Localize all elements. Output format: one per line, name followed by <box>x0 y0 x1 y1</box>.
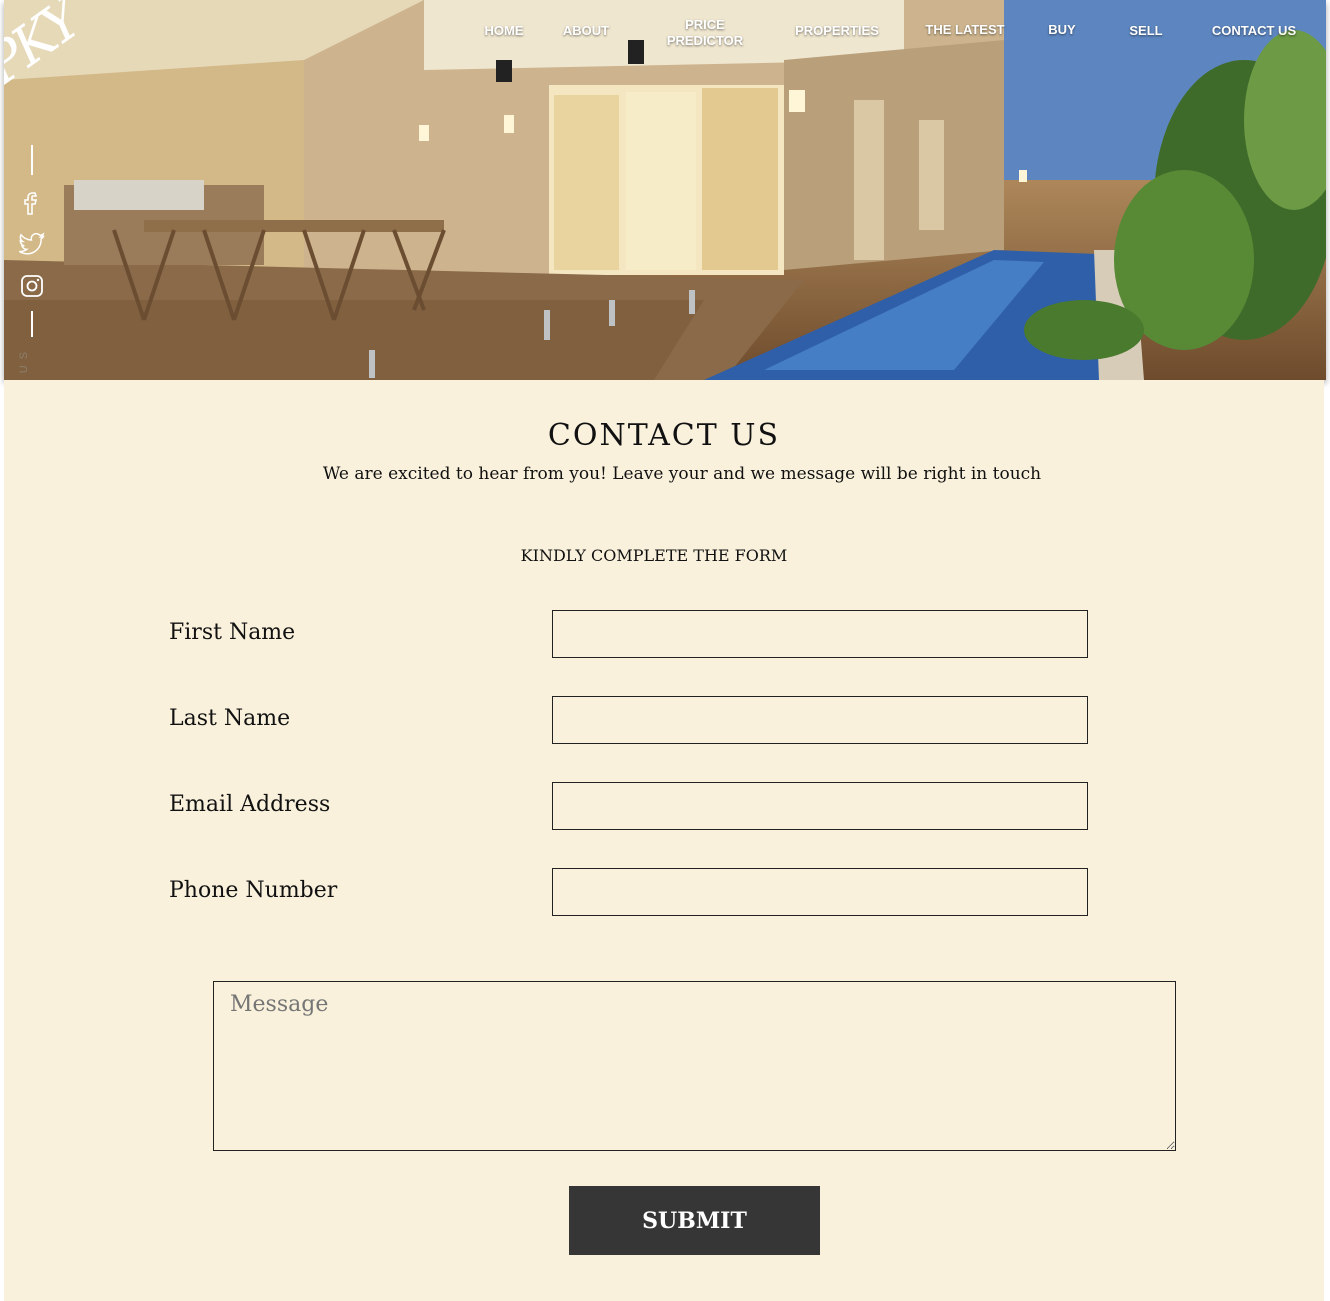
form-heading: KINDLY COMPLETE THE FORM <box>520 546 788 565</box>
email-field[interactable] <box>552 782 1088 830</box>
email-label: Email Address <box>169 792 331 817</box>
nav-item-about[interactable]: ABOUT <box>562 23 610 39</box>
page-title: CONTACT US <box>547 418 781 453</box>
nav-item-home[interactable]: HOME <box>484 23 524 39</box>
facebook-icon[interactable] <box>17 187 47 217</box>
contact-section: CONTACT US We are excited to hear from y… <box>4 380 1324 1301</box>
phone-label: Phone Number <box>169 878 338 903</box>
submit-button[interactable]: SUBMIT <box>569 1186 820 1255</box>
nav-item-properties[interactable]: PROPERTIES <box>792 23 882 39</box>
nav-item-the-latest[interactable]: THE LATEST <box>922 22 1008 38</box>
nav-item-price-predictor[interactable]: PRICE PREDICTOR <box>660 17 750 49</box>
social-links <box>14 145 50 380</box>
twitter-icon[interactable] <box>17 229 47 259</box>
last-name-label: Last Name <box>169 706 291 731</box>
main-nav: HOME ABOUT PRICE PREDICTOR PROPERTIES TH… <box>4 0 1326 60</box>
first-name-label: First Name <box>169 620 296 645</box>
divider <box>31 311 33 337</box>
divider <box>31 145 33 175</box>
nav-item-contact-us[interactable]: CONTACT US <box>1209 23 1299 39</box>
page-subtitle: We are excited to hear from you! Leave y… <box>322 464 1042 484</box>
instagram-icon[interactable] <box>17 271 47 301</box>
phone-field[interactable] <box>552 868 1088 916</box>
nav-item-buy[interactable]: BUY <box>1047 22 1077 38</box>
first-name-field[interactable] <box>552 610 1088 658</box>
last-name-field[interactable] <box>552 696 1088 744</box>
nav-item-sell[interactable]: SELL <box>1128 23 1164 39</box>
hero-banner: PKY HOME ABOUT PRICE PREDICTOR PROPERTIE… <box>4 0 1326 380</box>
message-field[interactable] <box>213 981 1176 1151</box>
